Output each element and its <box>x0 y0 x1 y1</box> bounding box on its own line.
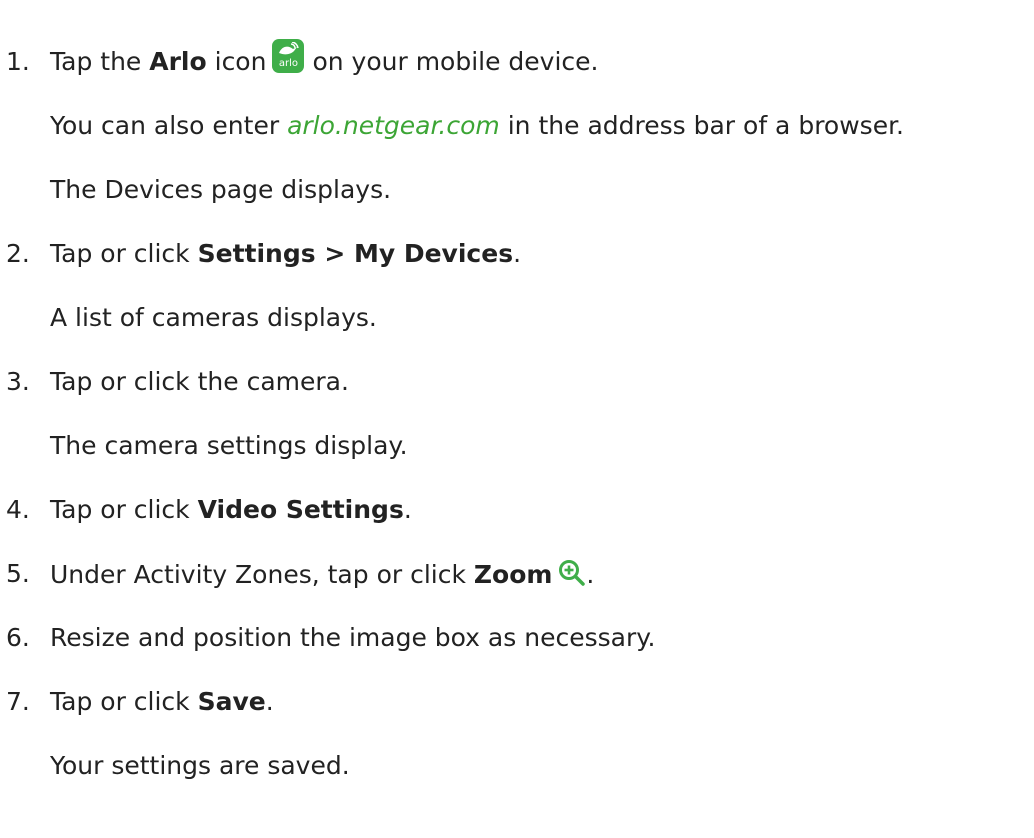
step-text: icon <box>206 47 267 76</box>
zoom-in-icon <box>559 560 586 586</box>
step-text: Resize and position the image box as nec… <box>50 623 656 652</box>
step-3-note: The camera settings display. <box>50 431 408 460</box>
step-number: 1. <box>6 47 30 76</box>
step-number: 4. <box>6 495 30 524</box>
step-number: 7. <box>6 687 30 716</box>
menu-path: Settings > My Devices <box>197 239 514 268</box>
step-number: 3. <box>6 367 30 396</box>
arlo-bird-icon <box>279 42 300 55</box>
app-name: Arlo <box>149 47 207 76</box>
step-number: 2. <box>6 239 30 268</box>
step-2-note: A list of cameras displays. <box>50 303 377 332</box>
step-number: 5. <box>6 559 30 588</box>
arlo-url-link[interactable]: arlo.netgear.com <box>287 111 500 140</box>
save-label: Save <box>197 687 266 716</box>
step-1-note-browser: You can also enter arlo.netgear.com in t… <box>50 111 905 140</box>
step-1-note-result: The Devices page displays. <box>50 175 392 204</box>
arlo-app-icon: arlo <box>272 39 305 73</box>
step-7-note: Your settings are saved. <box>50 751 350 780</box>
step-number: 6. <box>6 623 30 652</box>
step-text: Tap or click the camera. <box>50 367 349 396</box>
menu-item: Video Settings <box>197 495 404 524</box>
zoom-label: Zoom <box>473 560 553 589</box>
step-text: Tap the <box>50 47 150 76</box>
step-text: on your mobile device. <box>312 47 599 76</box>
